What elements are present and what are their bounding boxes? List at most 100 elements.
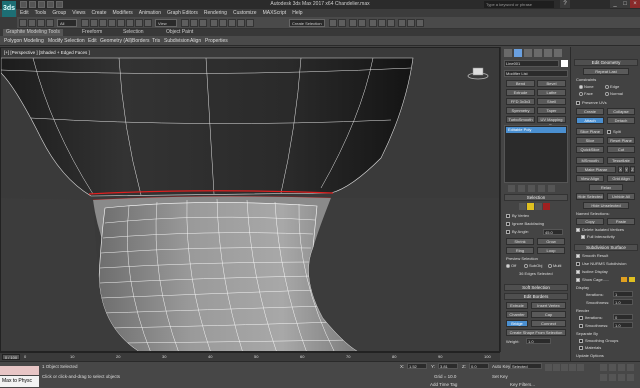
split-checkbox[interactable]: Split — [607, 129, 621, 134]
insert-vertex-button[interactable]: Insert Vertex — [531, 302, 566, 309]
auto-key-dropdown[interactable]: Selected — [510, 363, 542, 369]
detach-button[interactable]: Detach — [607, 117, 635, 124]
set-key-label[interactable]: Set Key — [492, 374, 508, 379]
perspective-viewport[interactable]: [+] [Perspective ] [Shaded + Edged Faces… — [0, 47, 500, 352]
angle-snap-icon[interactable] — [219, 19, 227, 27]
turbosmooth-button[interactable]: TurboSmooth — [506, 116, 535, 123]
motion-tab-icon[interactable] — [534, 49, 542, 57]
copy-button[interactable]: Copy — [576, 218, 604, 225]
tessellate-button[interactable]: Tessellate — [607, 157, 635, 164]
select-by-name-icon[interactable] — [90, 19, 98, 27]
weight-spinner[interactable]: 1.0 — [526, 338, 551, 344]
ffd-button[interactable]: FFD 3x3x3 — [506, 98, 535, 105]
pan-icon[interactable] — [609, 374, 616, 381]
preview-off-radio[interactable]: Off — [506, 263, 516, 268]
maxscript-listener-output[interactable] — [0, 366, 39, 375]
subtab-properties[interactable]: Properties — [205, 37, 228, 45]
rotate-icon[interactable] — [126, 19, 134, 27]
quickslice-button[interactable]: QuickSlice — [576, 146, 604, 153]
select-object-icon[interactable] — [81, 19, 89, 27]
ignore-backfacing-checkbox[interactable]: Ignore Backfacing — [506, 221, 544, 226]
modify-tab-icon[interactable] — [514, 49, 522, 57]
zoom-all-icon[interactable] — [609, 364, 616, 371]
app-logo-icon[interactable]: 3ds — [2, 1, 16, 17]
border-level-icon[interactable] — [535, 203, 542, 210]
show-cage-checkbox[interactable]: Show Cage...... — [576, 277, 609, 282]
by-angle-checkbox[interactable]: By Angle: — [506, 229, 529, 234]
link-icon[interactable] — [37, 19, 45, 27]
align-icon[interactable] — [338, 19, 346, 27]
make-unique-icon[interactable] — [528, 185, 535, 192]
render-smoothness-spinner[interactable]: 1.0 — [613, 322, 633, 328]
menu-help[interactable]: Help — [289, 9, 305, 17]
full-interactivity-checkbox[interactable]: Full Interactivity — [581, 234, 615, 239]
save-file-icon[interactable] — [38, 1, 45, 8]
scene-explorer-icon[interactable] — [358, 19, 366, 27]
layer-manager-icon[interactable] — [349, 19, 357, 27]
preserve-uvs-checkbox[interactable]: Preserve UVs — [576, 100, 607, 105]
paste-button[interactable]: Paste — [607, 218, 635, 225]
connect-button[interactable]: Connect — [531, 320, 566, 327]
viewport-label[interactable]: [+] [Perspective ] [Shaded + Edged Faces… — [4, 50, 90, 55]
make-planar-button[interactable]: Make Planar — [576, 166, 616, 173]
y-coord-field[interactable]: 3.81 — [438, 363, 458, 369]
rendered-frame-window-icon[interactable] — [407, 19, 415, 27]
planar-x-button[interactable]: X — [618, 166, 623, 173]
material-editor-icon[interactable] — [387, 19, 395, 27]
delete-isolated-checkbox[interactable]: Delete Isolated Vertices — [576, 227, 624, 232]
minimize-button[interactable]: _ — [610, 0, 620, 8]
utilities-tab-icon[interactable] — [554, 49, 562, 57]
attach-button[interactable]: Attach — [576, 117, 604, 124]
bridge-button[interactable]: Bridge — [506, 320, 528, 327]
cage-color-swatch-2[interactable] — [629, 277, 635, 282]
subtab-geometry-all[interactable]: Geometry (All) — [100, 37, 132, 45]
menu-views[interactable]: Views — [69, 9, 88, 17]
close-button[interactable]: × — [630, 0, 640, 8]
object-name-field[interactable]: Line001 — [504, 60, 559, 67]
maximize-viewport-icon[interactable] — [627, 374, 634, 381]
previous-frame-icon[interactable] — [553, 364, 560, 371]
zoom-extents-icon[interactable] — [618, 364, 625, 371]
subtab-tris[interactable]: Tris — [152, 37, 160, 45]
extrude-mod-button[interactable]: Extrude — [506, 89, 535, 96]
menu-customize[interactable]: Customize — [230, 9, 260, 17]
spinner-snap-icon[interactable] — [237, 19, 245, 27]
subtab-subdivision[interactable]: Subdivision — [164, 37, 190, 45]
subtab-align[interactable]: Align — [190, 37, 201, 45]
unhide-all-button[interactable]: Unhide All — [607, 193, 635, 200]
redo-tool-icon[interactable] — [28, 19, 36, 27]
extrude-button[interactable]: Extrude — [506, 302, 528, 309]
render-smoothness-checkbox[interactable]: Smoothness: — [579, 323, 608, 328]
keyboard-shortcut-icon[interactable] — [199, 19, 207, 27]
preview-multi-radio[interactable]: Multi — [548, 263, 561, 268]
tab-object-paint[interactable]: Object Paint — [166, 29, 193, 36]
vertex-level-icon[interactable] — [519, 203, 526, 210]
subtab-modify-selection[interactable]: Modify Selection — [48, 37, 85, 45]
create-button[interactable]: Create — [576, 108, 604, 115]
rect-select-icon[interactable] — [99, 19, 107, 27]
redo-icon[interactable] — [56, 1, 63, 8]
curve-editor-icon[interactable] — [369, 19, 377, 27]
lathe-button[interactable]: Lathe — [537, 89, 566, 96]
constraint-none-radio[interactable]: None — [579, 84, 594, 89]
smoothing-groups-checkbox[interactable]: Smoothing Groups — [579, 338, 618, 343]
open-file-icon[interactable] — [29, 1, 36, 8]
soft-selection-rollout-header[interactable]: Soft Selection — [504, 284, 568, 291]
subtab-edit[interactable]: Edit — [88, 37, 97, 45]
go-to-end-icon[interactable] — [577, 364, 584, 371]
grow-button[interactable]: Grow — [537, 238, 565, 245]
next-frame-icon[interactable] — [569, 364, 576, 371]
help-icon[interactable]: ? — [560, 0, 570, 8]
edit-borders-rollout-header[interactable]: Edit Borders — [504, 293, 568, 300]
edge-level-icon[interactable] — [527, 203, 534, 210]
cap-button[interactable]: Cap — [531, 311, 566, 318]
manipulate-icon[interactable] — [190, 19, 198, 27]
smooth-result-checkbox[interactable]: Smooth Result — [576, 253, 608, 258]
bevel-button[interactable]: Bevel — [537, 80, 566, 87]
menu-animation[interactable]: Animation — [136, 9, 164, 17]
play-icon[interactable] — [561, 364, 568, 371]
selection-filter-dropdown[interactable]: All — [57, 19, 77, 27]
polygon-level-icon[interactable] — [543, 203, 550, 210]
timeline[interactable]: 0 / 100 0 10 20 30 40 50 60 70 80 90 100 — [0, 352, 500, 361]
menu-modifiers[interactable]: Modifiers — [109, 9, 135, 17]
